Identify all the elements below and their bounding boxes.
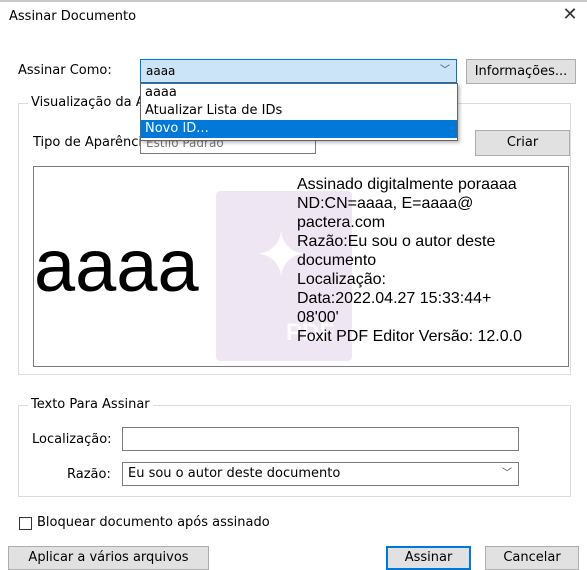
signature-line: 08'00': [297, 309, 339, 326]
create-button[interactable]: Criar: [475, 130, 570, 156]
lock-document-label: Bloquear documento após assinado: [37, 515, 270, 530]
signature-details: Assinado digitalmente poraaaa ND:CN=aaaa…: [297, 175, 567, 346]
appearance-legend: Visualização da A: [28, 95, 148, 110]
cancel-button[interactable]: Cancelar: [485, 546, 579, 570]
dialog-title: Assinar Documento: [9, 9, 137, 24]
sign-as-value: aaaa: [146, 64, 176, 78]
dropdown-option-new-id[interactable]: Novo ID...: [141, 120, 457, 138]
dropdown-option-aaaa[interactable]: aaaa: [141, 84, 457, 102]
signature-preview: ✦ PDF aaaa Assinado digitalmente poraaaa…: [33, 166, 569, 367]
location-field[interactable]: [122, 427, 519, 451]
location-label: Localização:: [32, 432, 112, 447]
signature-line: pactera.com: [297, 214, 386, 231]
sign-as-label: Assinar Como:: [18, 63, 112, 78]
text-to-sign-legend: Texto Para Assinar: [28, 397, 153, 412]
close-icon[interactable]: ✕: [561, 6, 579, 24]
info-button[interactable]: Informações...: [466, 59, 576, 84]
signature-line: ND:CN=aaaa, E=aaaa@: [297, 195, 474, 212]
signature-line: Data:2022.04.27 15:33:44+: [297, 290, 492, 307]
signature-name: aaaa: [34, 224, 199, 307]
signature-line: Localização:: [297, 271, 386, 288]
appearance-type-label: Tipo de Aparência:: [33, 135, 155, 150]
sign-button[interactable]: Assinar: [386, 546, 471, 570]
reason-value: Eu sou o autor deste documento: [128, 466, 341, 481]
reason-label: Razão:: [67, 467, 111, 482]
sign-as-select[interactable]: aaaa ﹀: [140, 59, 457, 83]
top-border: [0, 0, 587, 2]
signature-line: Foxit PDF Editor Versão: 12.0.0: [297, 328, 522, 345]
sign-as-dropdown-list: aaaa Atualizar Lista de IDs Novo ID...: [140, 83, 458, 141]
signature-line: Razão:Eu sou o autor deste: [297, 233, 496, 250]
lock-document-checkbox[interactable]: [19, 517, 32, 530]
reason-select[interactable]: Eu sou o autor deste documento ﹀: [122, 462, 519, 486]
dropdown-option-refresh-ids[interactable]: Atualizar Lista de IDs: [141, 102, 457, 120]
chevron-down-icon: ﹀: [440, 65, 450, 76]
apply-multiple-files-button[interactable]: Aplicar a vários arquivos: [8, 546, 209, 570]
signature-line: Assinado digitalmente poraaaa: [297, 176, 517, 193]
signature-line: documento: [297, 252, 377, 269]
chevron-down-icon: ﹀: [502, 468, 512, 479]
